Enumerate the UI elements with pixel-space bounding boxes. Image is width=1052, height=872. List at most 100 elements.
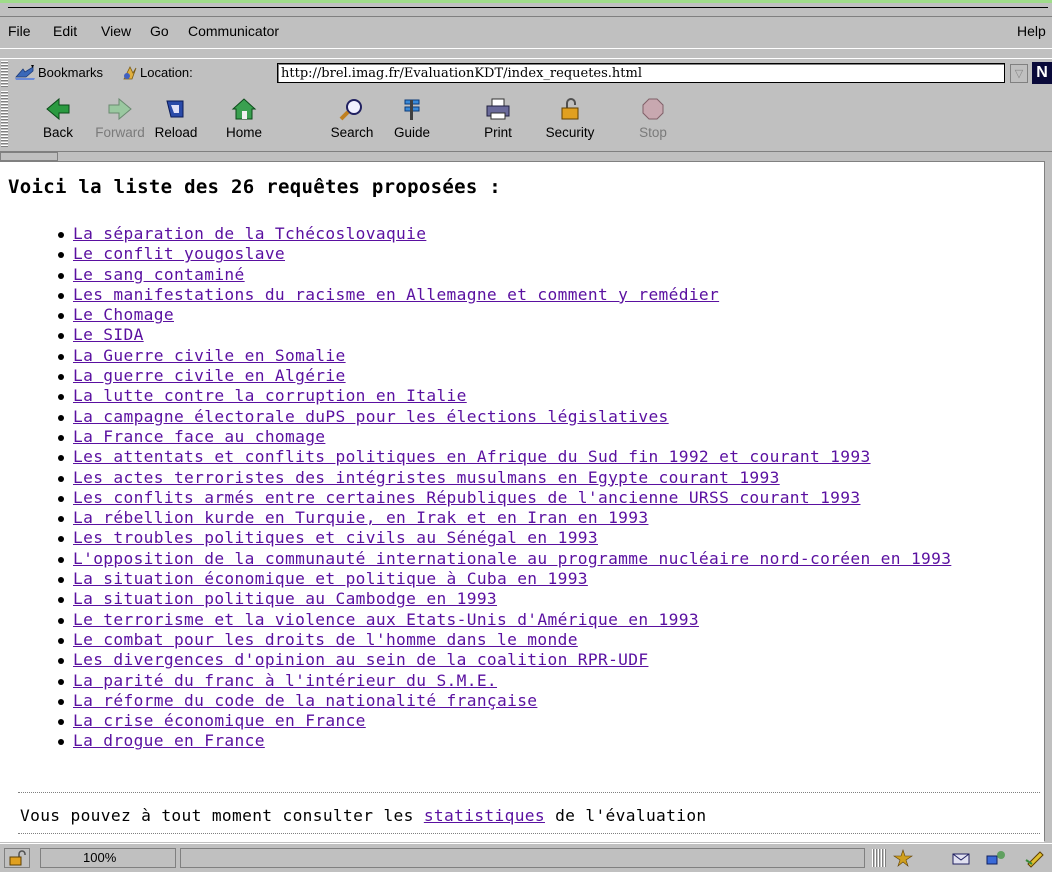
security-label: Security [545, 125, 595, 140]
forward-arrow-icon [108, 97, 132, 121]
window-top-accent [0, 0, 1052, 3]
footer-text-before: Vous pouvez à tout moment consulter les [20, 806, 424, 825]
status-message [180, 848, 865, 868]
reload-icon [166, 100, 184, 118]
search-button[interactable]: Search [324, 91, 380, 147]
netscape-logo[interactable]: N [1032, 62, 1052, 84]
list-item: Le terrorisme et la violence aux Etats-U… [56, 610, 1032, 630]
query-link[interactable]: Les manifestations du racisme en Allemag… [73, 285, 719, 304]
query-link[interactable]: Le Chomage [73, 305, 174, 324]
statistics-link[interactable]: statistiques [424, 806, 545, 825]
navigation-toolbar: Back Forward Reload Home Search Guide Pr… [0, 89, 1052, 152]
list-item: La drogue en France [56, 731, 1032, 751]
query-link[interactable]: La drogue en France [73, 731, 265, 750]
footer-text-after: de l'évaluation [544, 806, 707, 825]
location-icon [121, 64, 139, 86]
guide-icon [404, 99, 420, 120]
query-link[interactable]: Le combat pour les droits de l'homme dan… [73, 630, 578, 649]
location-url-input[interactable]: http://brel.imag.fr/EvaluationKDT/index_… [277, 63, 1005, 83]
query-link[interactable]: La guerre civile en Algérie [73, 366, 346, 385]
menu-go[interactable]: Go [150, 23, 169, 39]
stop-icon [642, 98, 664, 120]
home-icon [231, 98, 257, 120]
forward-button[interactable]: Forward [92, 91, 148, 147]
reload-button[interactable]: Reload [148, 91, 204, 147]
list-item: Le SIDA [56, 325, 1032, 345]
forward-label: Forward [95, 125, 145, 140]
query-link[interactable]: Le terrorisme et la violence aux Etats-U… [73, 610, 699, 629]
menu-edit[interactable]: Edit [53, 23, 77, 39]
guide-label: Guide [393, 125, 431, 140]
query-link[interactable]: Le conflit yougoslave [73, 244, 285, 263]
query-link[interactable]: La Guerre civile en Somalie [73, 346, 346, 365]
query-link[interactable]: L'opposition de la communauté internatio… [73, 549, 951, 568]
print-label: Print [484, 125, 512, 140]
back-label: Back [42, 125, 73, 140]
mail-icon[interactable] [950, 848, 972, 868]
security-button[interactable]: Security [542, 91, 598, 147]
unlocked-padlock-icon [9, 850, 26, 866]
bookmarks-button[interactable]: Bookmarks [38, 65, 103, 80]
toolbar-collapse-tab[interactable] [0, 152, 58, 161]
print-button[interactable]: Print [470, 91, 526, 147]
home-label: Home [225, 125, 262, 140]
list-item: La crise économique en France [56, 711, 1032, 731]
list-item: La réforme du code de la nationalité fra… [56, 691, 1032, 711]
list-item: La France face au chomage [56, 427, 1032, 447]
status-bar: 100% [0, 843, 1052, 872]
query-link[interactable]: Le SIDA [73, 325, 144, 344]
query-link[interactable]: Les divergences d'opinion au sein de la … [73, 650, 648, 669]
back-button[interactable]: Back [30, 91, 86, 147]
window-top-line [8, 7, 1048, 8]
list-item: La situation politique au Cambodge en 19… [56, 589, 1032, 609]
query-link[interactable]: La séparation de la Tchécoslovaquie [73, 224, 426, 243]
home-button[interactable]: Home [216, 91, 272, 147]
menu-communicator[interactable]: Communicator [188, 23, 279, 39]
menu-help[interactable]: Help [1017, 23, 1046, 39]
list-item: La campagne électorale duPS pour les éle… [56, 407, 1032, 427]
menu-file[interactable]: File [8, 23, 31, 39]
query-link[interactable]: La France face au chomage [73, 427, 325, 446]
back-arrow-icon [46, 97, 70, 121]
location-toolbar: Bookmarks Location: http://brel.imag.fr/… [0, 58, 1052, 90]
location-dropdown-button[interactable]: ▽ [1010, 64, 1028, 83]
query-link[interactable]: La campagne électorale duPS pour les éle… [73, 407, 669, 426]
stop-button[interactable]: Stop [625, 91, 681, 147]
guide-button[interactable]: Guide [384, 91, 440, 147]
list-item: Les divergences d'opinion au sein de la … [56, 650, 1032, 670]
query-link[interactable]: Les attentats et conflits politiques en … [73, 447, 871, 466]
list-item: La situation économique et politique à C… [56, 569, 1032, 589]
query-link[interactable]: Les actes terroristes des intégristes mu… [73, 468, 780, 487]
toolbar-grip[interactable] [1, 91, 8, 147]
security-status[interactable] [4, 848, 30, 868]
query-link[interactable]: Les conflits armés entre certaines Répub… [73, 488, 860, 507]
menu-view[interactable]: View [101, 23, 131, 39]
page-content: Voici la liste des 26 requêtes proposées… [0, 161, 1044, 842]
list-item: La lutte contre la corruption en Italie [56, 386, 1032, 406]
query-link[interactable]: Le sang contaminé [73, 265, 245, 284]
page-heading: Voici la liste des 26 requêtes proposées… [8, 176, 502, 198]
search-label: Search [330, 125, 374, 140]
list-item: Le conflit yougoslave [56, 244, 1032, 264]
list-item: La parité du franc à l'intérieur du S.M.… [56, 671, 1032, 691]
toolbar-grip[interactable] [1, 61, 8, 87]
query-link[interactable]: Les troubles politiques et civils au Sén… [73, 528, 598, 547]
discussion-icon[interactable] [985, 848, 1007, 868]
list-item: La guerre civile en Algérie [56, 366, 1032, 386]
list-item: Les manifestations du racisme en Allemag… [56, 285, 1032, 305]
query-link[interactable]: La réforme du code de la nationalité fra… [73, 691, 537, 710]
query-link[interactable]: La parité du franc à l'intérieur du S.M.… [73, 671, 497, 690]
bookmarks-icon [13, 63, 37, 87]
query-link[interactable]: La rébellion kurde en Turquie, en Irak e… [73, 508, 648, 527]
composer-icon[interactable] [1024, 848, 1046, 868]
search-icon [339, 99, 362, 121]
query-link[interactable]: La crise économique en France [73, 711, 366, 730]
query-link[interactable]: La situation économique et politique à C… [73, 569, 588, 588]
window-top-strip [0, 0, 1052, 17]
reload-label: Reload [154, 125, 198, 140]
list-item: Le sang contaminé [56, 265, 1032, 285]
query-link[interactable]: La situation politique au Cambodge en 19… [73, 589, 497, 608]
query-link[interactable]: La lutte contre la corruption en Italie [73, 386, 467, 405]
navigator-icon[interactable] [892, 848, 914, 868]
scrollbar-edge[interactable] [1044, 161, 1052, 841]
